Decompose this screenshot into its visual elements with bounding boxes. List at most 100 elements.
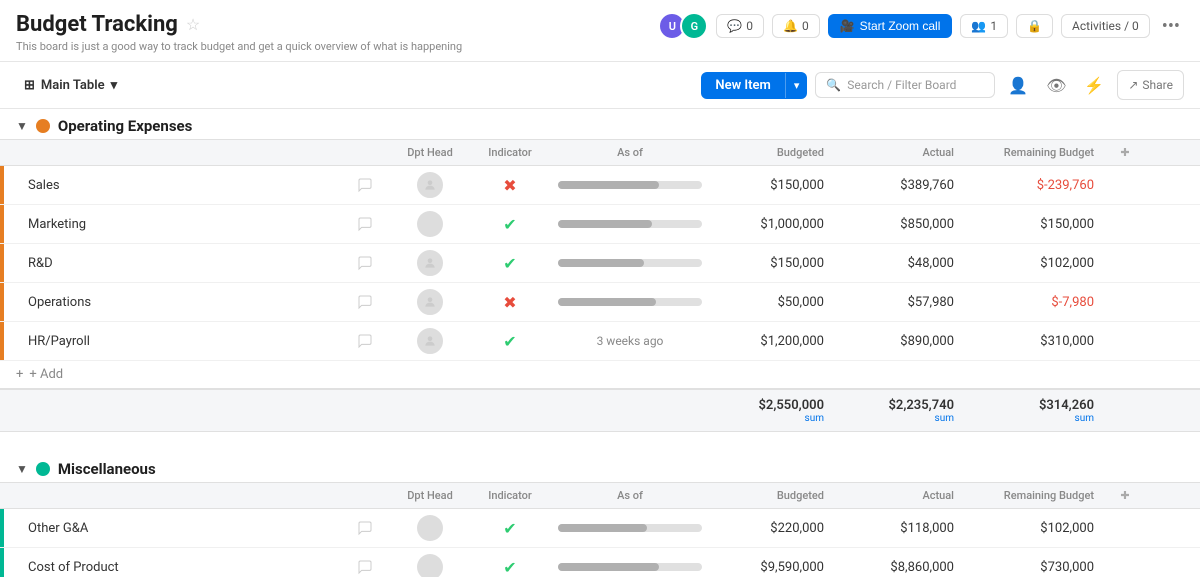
row-actual: $57,980: [840, 295, 970, 310]
new-item-arrow-icon[interactable]: ▾: [785, 73, 808, 98]
updates-btn[interactable]: 🔔 0: [772, 14, 820, 38]
indicator-x-icon: ✖: [503, 293, 516, 312]
toolbar: ⊞ Main Table ▾ New Item ▾ 🔍 Search / Fil…: [0, 62, 1200, 109]
activities-btn[interactable]: Activities / 0: [1061, 14, 1150, 38]
table-row: R&D ✔ $150,000 $48,000 $102,000: [0, 244, 1200, 283]
sum-actual-label: sum: [840, 413, 954, 424]
row-avatar-cell: [390, 172, 470, 198]
indicator-check-icon: ✔: [503, 558, 516, 577]
row-avatar-cell: [390, 515, 470, 541]
row-name: Other G&A: [20, 513, 340, 544]
col-indicator-header: Indicator: [470, 144, 550, 161]
share-button[interactable]: ↗ Share: [1117, 70, 1184, 100]
group-color-dot: [36, 462, 50, 476]
people-icon: 👥: [971, 19, 986, 33]
row-comment-icon[interactable]: [340, 559, 390, 575]
row-comment-icon[interactable]: [340, 294, 390, 310]
row-name: Marketing: [20, 209, 340, 240]
title-area: Budget Tracking ☆ This board is just a g…: [16, 12, 462, 53]
page-title: Budget Tracking: [16, 12, 178, 37]
indicator-x-icon: ✖: [503, 176, 516, 195]
sum-remaining-label: sum: [970, 413, 1094, 424]
col-dpthead-header: Dpt Head: [390, 487, 470, 504]
group-collapse-icon[interactable]: ▼: [16, 119, 28, 133]
row-remaining: $310,000: [970, 334, 1110, 349]
row-indicator-cell: ✔: [470, 558, 550, 577]
table-label[interactable]: ⊞ Main Table ▾: [16, 74, 125, 97]
col-add-header[interactable]: ✚: [1110, 144, 1140, 161]
row-avatar-cell: [390, 250, 470, 276]
row-comment-icon[interactable]: [340, 255, 390, 271]
sum-remaining: $314,260 sum: [970, 398, 1110, 424]
updates-count: 0: [802, 19, 809, 33]
row-color-bar: [0, 166, 4, 204]
avatar-user2[interactable]: G: [680, 12, 708, 40]
share-icon: ↗: [1128, 78, 1138, 92]
col-remaining-header: Remaining Budget: [970, 144, 1110, 161]
row-comment-icon[interactable]: [340, 520, 390, 536]
top-header: Budget Tracking ☆ This board is just a g…: [0, 0, 1200, 62]
col-add-header[interactable]: ✚: [1110, 487, 1140, 504]
summary-row-operating-expenses: $2,550,000 sum $2,235,740 sum $314,260 s…: [0, 388, 1200, 432]
col-headers-miscellaneous: Dpt Head Indicator As of Budgeted Actual…: [0, 482, 1200, 509]
add-row-button[interactable]: ++ Add: [0, 361, 1200, 388]
row-name: Sales: [20, 170, 340, 201]
row-budgeted: $9,590,000: [710, 560, 840, 575]
add-row-label: + Add: [29, 367, 63, 382]
table-row: Other G&A ✔ $220,000 $118,000 $102,000: [0, 509, 1200, 548]
col-comment-header: [340, 151, 390, 155]
col-comment-header: [340, 494, 390, 498]
people-btn[interactable]: 👥 1: [960, 14, 1008, 38]
reactions-btn[interactable]: 💬 0: [716, 14, 764, 38]
col-asof-header: As of: [550, 487, 710, 504]
row-color-bar: [0, 509, 4, 547]
row-name: R&D: [20, 248, 340, 279]
sum-actual: $2,235,740 sum: [840, 398, 970, 424]
filter-icon[interactable]: ⚡: [1079, 70, 1109, 100]
row-avatar-cell: [390, 211, 470, 237]
row-actual: $118,000: [840, 521, 970, 536]
row-asof-cell: [550, 181, 710, 189]
people-count: 1: [990, 19, 997, 33]
new-item-button[interactable]: New Item ▾: [701, 72, 807, 99]
row-asof-cell: [550, 563, 710, 571]
person-filter-icon[interactable]: 👤: [1003, 70, 1033, 100]
eye-icon[interactable]: 👁: [1041, 70, 1071, 100]
more-button[interactable]: •••: [1158, 16, 1184, 37]
row-asof-cell: [550, 259, 710, 267]
indicator-check-icon: ✔: [503, 215, 516, 234]
table-row: Operations ✖ $50,000 $57,980 $-7,980: [0, 283, 1200, 322]
row-actual: $850,000: [840, 217, 970, 232]
group-collapse-icon[interactable]: ▼: [16, 462, 28, 476]
row-budgeted: $220,000: [710, 521, 840, 536]
row-avatar-cell: [390, 289, 470, 315]
row-asof-cell: 3 weeks ago: [550, 334, 710, 348]
col-dpthead-header: Dpt Head: [390, 144, 470, 161]
toolbar-right: New Item ▾ 🔍 Search / Filter Board 👤 👁 ⚡…: [701, 70, 1184, 100]
row-actual: $890,000: [840, 334, 970, 349]
row-avatar-empty: [417, 289, 443, 315]
sum-budgeted-label: sum: [710, 413, 824, 424]
group-miscellaneous: ▼ Miscellaneous Dpt Head Indicator As of…: [0, 452, 1200, 577]
search-box[interactable]: 🔍 Search / Filter Board: [815, 72, 995, 98]
zoom-call-button[interactable]: 🎥 Start Zoom call: [828, 14, 953, 38]
row-avatar-img: [417, 211, 443, 237]
row-remaining: $730,000: [970, 560, 1110, 575]
table-row: Sales ✖ $150,000 $389,760 $-239,760: [0, 166, 1200, 205]
lock-btn[interactable]: 🔒: [1016, 14, 1053, 38]
row-asof-cell: [550, 298, 710, 306]
row-avatar-img: [417, 554, 443, 577]
row-comment-icon[interactable]: [340, 216, 390, 232]
row-comment-icon[interactable]: [340, 333, 390, 349]
group-header-operating-expenses: ▼ Operating Expenses: [0, 109, 1200, 139]
share-label: Share: [1142, 78, 1173, 92]
group-operating-expenses: ▼ Operating Expenses Dpt Head Indicator …: [0, 109, 1200, 444]
row-remaining: $-7,980: [970, 295, 1110, 310]
col-name-header: [20, 151, 340, 155]
table-row: Cost of Product ✔ $9,590,000 $8,860,000 …: [0, 548, 1200, 577]
group-color-dot: [36, 119, 50, 133]
row-comment-icon[interactable]: [340, 177, 390, 193]
row-indicator-cell: ✔: [470, 215, 550, 234]
star-icon[interactable]: ☆: [186, 15, 200, 34]
row-indicator-cell: ✔: [470, 519, 550, 538]
